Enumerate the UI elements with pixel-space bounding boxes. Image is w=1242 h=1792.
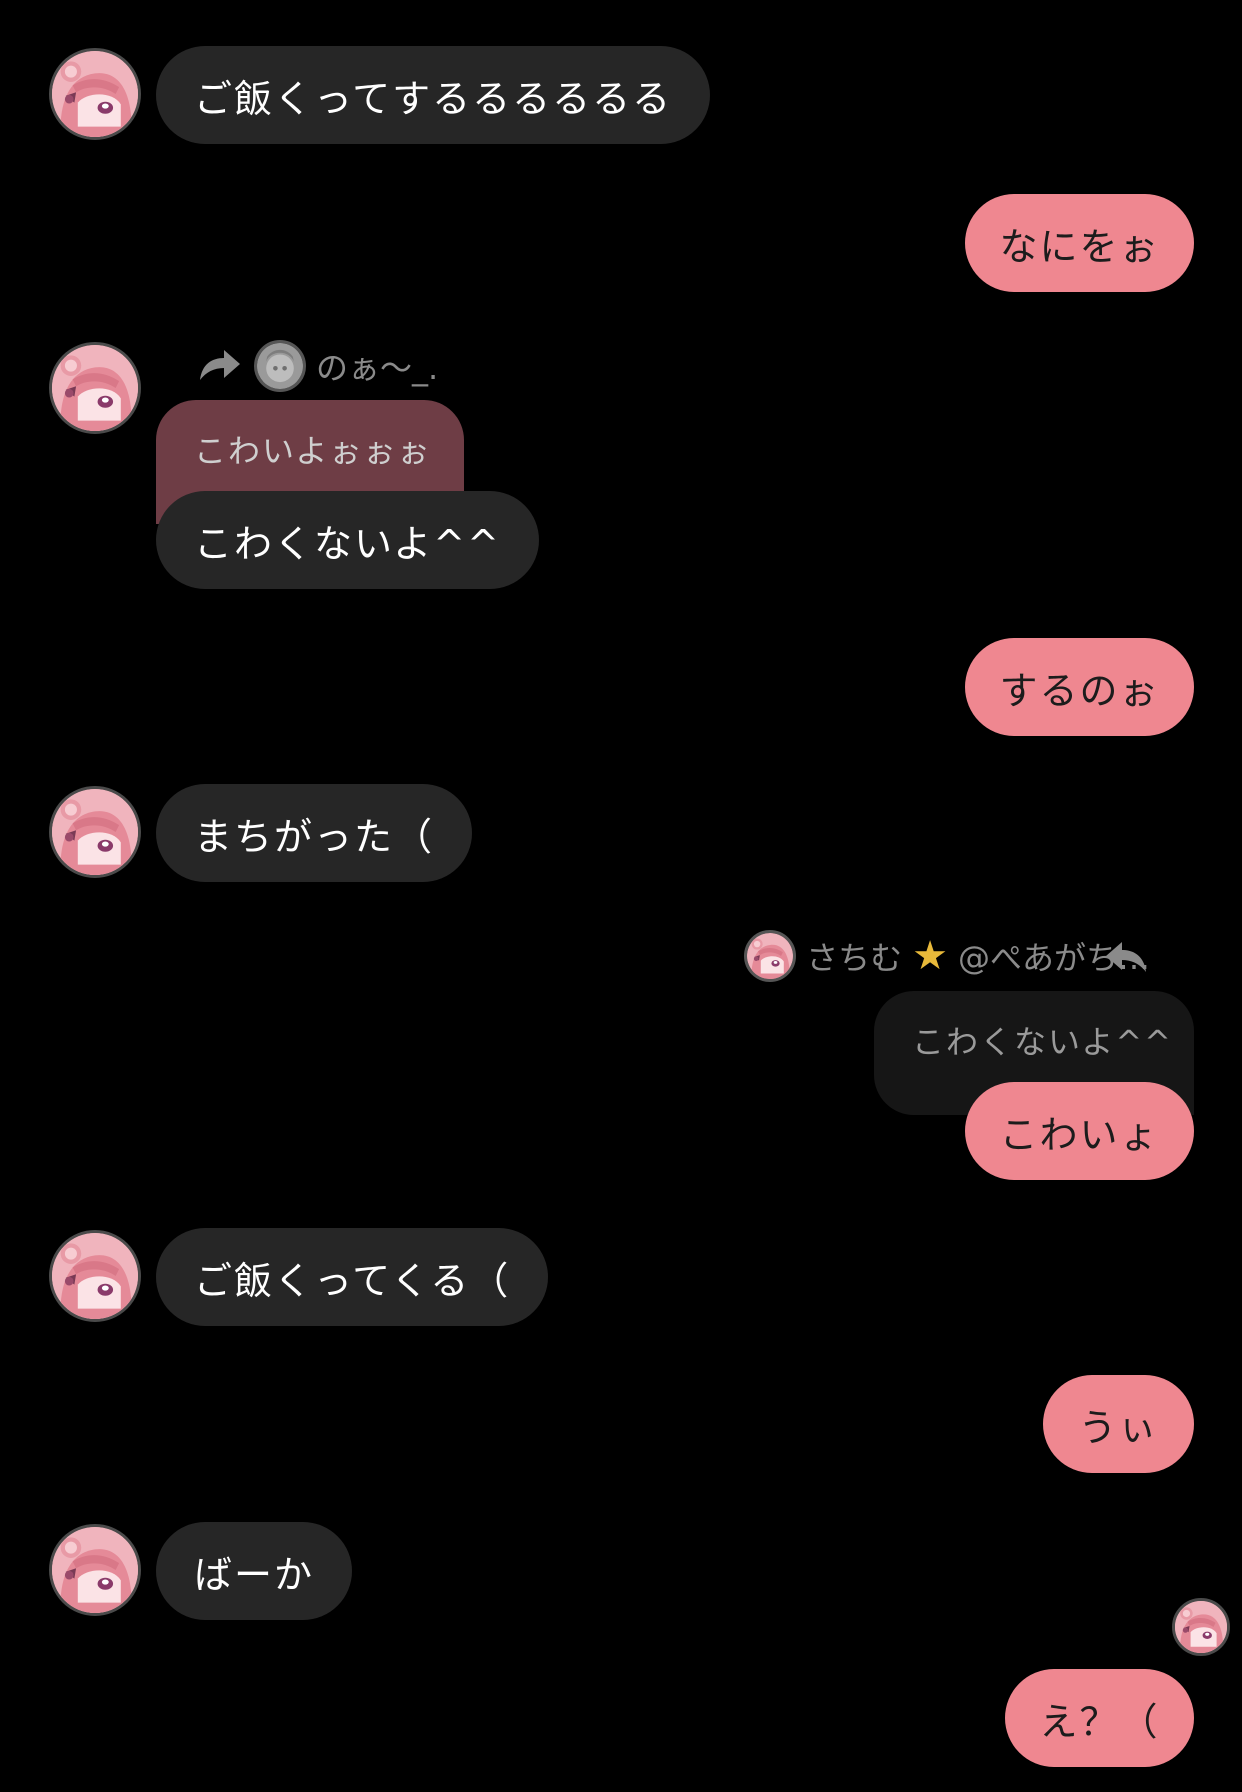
contact-avatar[interactable] — [49, 1524, 141, 1616]
incoming-message-bubble[interactable]: ばーか — [156, 1522, 353, 1620]
contact-avatar[interactable] — [49, 48, 141, 140]
outgoing-message-bubble[interactable]: うぃ — [1043, 1375, 1194, 1473]
forward-header[interactable]: のぁ～_. — [196, 340, 438, 392]
star-emoji: ★ — [912, 933, 948, 979]
replied-user-avatar — [744, 930, 797, 982]
reply-arrow-icon — [1106, 942, 1146, 972]
outgoing-message-bubble[interactable]: え？（ — [1005, 1669, 1194, 1767]
forwarded-user-avatar — [254, 340, 306, 392]
incoming-message-bubble[interactable]: ご飯くってくる（ — [156, 1228, 549, 1326]
incoming-message-bubble[interactable]: ご飯くってするるるるるる — [156, 46, 711, 144]
incoming-message-bubble[interactable]: まちがった（ — [156, 784, 473, 882]
quoted-message-text: こわくないよ^^ — [912, 1023, 1173, 1061]
outgoing-message-bubble[interactable]: こわいょ — [965, 1082, 1194, 1180]
read-receipt-avatar — [1172, 1598, 1230, 1656]
contact-avatar[interactable] — [49, 342, 141, 434]
replied-user-name: さちむ — [806, 939, 903, 977]
forward-arrow-icon — [200, 350, 240, 380]
contact-avatar[interactable] — [49, 786, 141, 878]
incoming-message-bubble[interactable]: こわくないよ^^ — [156, 491, 539, 589]
reply-header[interactable]: さちむ ★ @ぺあがち… — [744, 930, 1150, 982]
outgoing-message-bubble[interactable]: なにをぉ — [965, 194, 1194, 292]
forwarded-user-name: のぁ～_. — [316, 349, 439, 387]
outgoing-message-bubble[interactable]: するのぉ — [965, 638, 1194, 736]
contact-avatar[interactable] — [49, 1230, 141, 1322]
quoted-message-text: こわいよぉぉぉ — [194, 432, 432, 470]
